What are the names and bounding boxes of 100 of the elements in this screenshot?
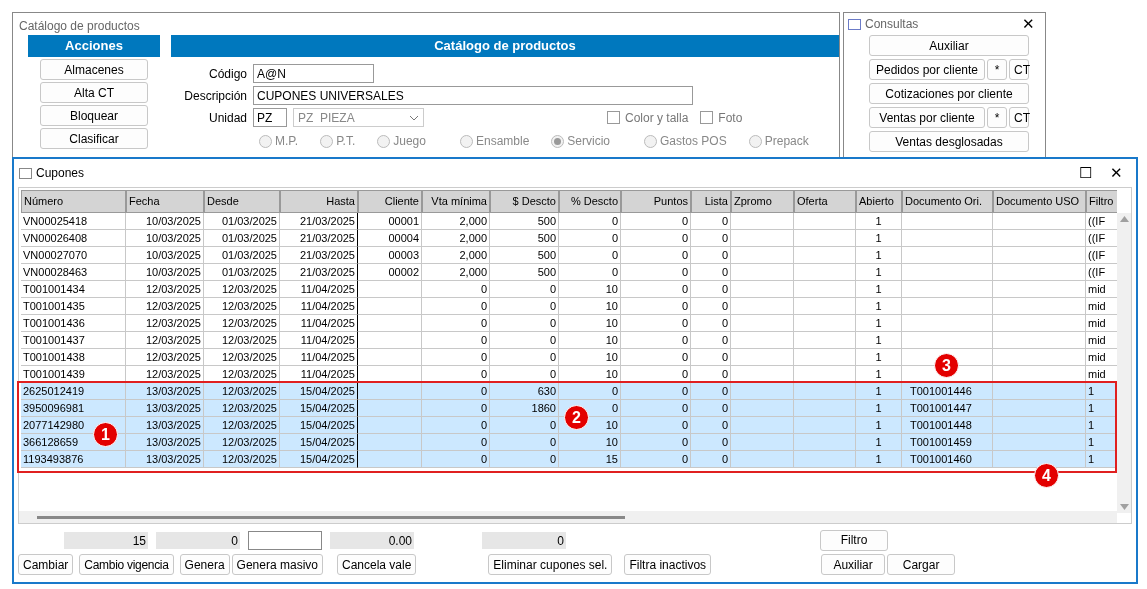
table-cell: 0	[549, 417, 556, 433]
action-button[interactable]: Cotizaciones por cliente	[869, 83, 1029, 104]
vertical-scrollbar[interactable]	[1117, 213, 1131, 513]
filter-button[interactable]: Filtro	[820, 529, 888, 551]
radio-option[interactable]: Juego	[377, 132, 426, 150]
action-button[interactable]: Cargar	[887, 554, 956, 575]
action-button[interactable]: Clasificar	[40, 128, 148, 149]
column-header[interactable]: Fecha	[126, 190, 204, 213]
action-button[interactable]: Ventas por cliente	[869, 107, 985, 128]
checkbox[interactable]: Color y talla	[607, 108, 689, 127]
action-button[interactable]: *	[987, 107, 1007, 128]
scroll-down-icon[interactable]	[1119, 504, 1129, 510]
table-row[interactable]: VN00027070 10/03/2025 01/03/2025 21/03/2025 00003 2,000 500 0 0 0 1 ((IF	[21, 247, 1117, 264]
table-cell: VN00025418	[23, 213, 88, 229]
column-header[interactable]: Oferta	[794, 190, 856, 213]
table-cell: 13/03/2025	[145, 400, 201, 416]
column-header[interactable]: Vta mínima	[422, 190, 490, 213]
table-row[interactable]: T001001435 12/03/2025 12/03/2025 11/04/2025 0 0 10 0 0 1 mid	[21, 298, 1117, 315]
action-button[interactable]: Auxiliar	[821, 554, 886, 575]
table-cell: T001001446	[910, 383, 972, 399]
action-button[interactable]: Pedidos por cliente	[869, 59, 985, 80]
action-button[interactable]: CT	[1009, 59, 1029, 80]
action-button[interactable]: Cancela vale	[337, 554, 417, 575]
action-button[interactable]: Cambiar	[18, 554, 74, 575]
table-cell: T001001437	[23, 332, 85, 348]
table-cell: 0	[721, 366, 728, 382]
table-cell: 11/04/2025	[300, 349, 355, 365]
radio-option[interactable]: Ensamble	[459, 132, 530, 150]
table-cell: 0	[721, 315, 728, 331]
action-button[interactable]: Filtra inactivos	[624, 554, 712, 575]
table-cell: 0	[681, 281, 688, 297]
table-cell: mid	[1088, 332, 1106, 348]
table-row[interactable]: 2625012419 13/03/2025 12/03/2025 15/04/2025 0 630 0 0 0 1 T001001446 1	[21, 383, 1117, 400]
radio-option[interactable]: Prepack	[748, 132, 809, 150]
column-header[interactable]: Documento USO	[993, 190, 1086, 213]
table-row[interactable]: VN00028463 10/03/2025 01/03/2025 21/03/2025 00002 2,000 500 0 0 0 1 ((IF	[21, 264, 1117, 281]
table-row[interactable]: VN00026408 10/03/2025 01/03/2025 21/03/2025 00004 2,000 500 0 0 0 1 ((IF	[21, 230, 1117, 247]
table-row[interactable]: T001001434 12/03/2025 12/03/2025 11/04/2025 0 0 10 0 0 1 mid	[21, 281, 1117, 298]
radio-option[interactable]: M.P.	[259, 132, 299, 150]
radio-option[interactable]: P.T.	[320, 132, 356, 150]
action-button[interactable]: *	[987, 59, 1007, 80]
table-cell: mid	[1088, 281, 1106, 297]
table-cell: 10/03/2025	[145, 247, 201, 263]
scroll-thumb[interactable]	[37, 515, 625, 519]
action-button[interactable]: Genera	[179, 554, 230, 575]
table-cell: 2,000	[459, 230, 487, 246]
checkbox[interactable]: Foto	[700, 108, 743, 127]
action-button[interactable]: Eliminar cupones sel.	[488, 554, 613, 575]
action-button[interactable]: Auxiliar	[869, 35, 1029, 56]
column-header[interactable]: Número	[21, 190, 126, 213]
table-cell: 1	[875, 247, 882, 263]
table-cell: 12/03/2025	[221, 366, 277, 382]
action-button[interactable]: Ventas desglosadas	[869, 131, 1029, 152]
horizontal-scrollbar[interactable]	[19, 511, 1117, 523]
close-button[interactable]: ✕	[1022, 12, 1035, 36]
column-header[interactable]: Filtro	[1086, 190, 1117, 213]
column-header[interactable]: Zpromo	[731, 190, 794, 213]
action-button[interactable]: Bloquear	[40, 105, 148, 126]
column-header[interactable]: Lista	[691, 190, 731, 213]
text-field[interactable]: PZ	[253, 108, 287, 127]
table-row[interactable]: VN00025418 10/03/2025 01/03/2025 21/03/2025 00001 2,000 500 0 0 0 1 ((IF	[21, 213, 1117, 230]
section-header: Catálogo de productos	[171, 35, 839, 57]
table-row[interactable]: 1193493876 13/03/2025 12/03/2025 15/04/2025 0 0 15 0 0 1 T001001460 1	[21, 451, 1117, 468]
column-header[interactable]: Desde	[204, 190, 280, 213]
table-cell: 21/03/2025	[299, 213, 355, 229]
maximize-button[interactable]: ☐	[1079, 161, 1092, 185]
action-button[interactable]: Cambio vigencia	[79, 554, 174, 575]
field-label: Código	[207, 65, 247, 83]
text-field[interactable]: A@N	[253, 64, 374, 83]
radio-option[interactable]: Gastos POS	[644, 132, 727, 150]
table-cell: 13/03/2025	[145, 417, 201, 433]
table-cell: 1	[1088, 451, 1095, 467]
unit-dropdown[interactable]: PZ PIEZA	[293, 108, 424, 127]
column-header[interactable]: Abierto	[856, 190, 902, 213]
column-header[interactable]: Puntos	[621, 190, 691, 213]
radio-option[interactable]: Servicio	[551, 132, 610, 150]
table-cell: 11/04/2025	[300, 298, 355, 314]
table-cell: 0	[480, 366, 487, 382]
table-cell: mid	[1088, 298, 1106, 314]
action-button[interactable]: Almacenes	[40, 59, 148, 80]
table-cell: T001001448	[910, 417, 972, 433]
column-header[interactable]: $ Descto	[490, 190, 559, 213]
table-cell: 13/03/2025	[145, 383, 201, 399]
action-button[interactable]: CT	[1009, 107, 1029, 128]
column-header[interactable]: Hasta	[280, 190, 358, 213]
table-row[interactable]: T001001437 12/03/2025 12/03/2025 11/04/2025 0 0 10 0 0 1 mid	[21, 332, 1117, 349]
text-field[interactable]: CUPONES UNIVERSALES	[253, 86, 693, 105]
input-field[interactable]	[248, 530, 322, 550]
table-cell: 1	[875, 230, 882, 246]
column-header[interactable]: % Descto	[559, 190, 621, 213]
table-cell: 21/03/2025	[299, 230, 355, 246]
close-button[interactable]: ✕	[1110, 161, 1123, 185]
table-cell: 0	[721, 451, 728, 467]
action-button[interactable]: Genera masivo	[231, 554, 323, 575]
column-header[interactable]: Cliente	[358, 190, 422, 213]
scroll-up-icon[interactable]	[1119, 216, 1129, 222]
action-button[interactable]: Alta CT	[40, 82, 148, 103]
table-row[interactable]: T001001436 12/03/2025 12/03/2025 11/04/2025 0 0 10 0 0 1 mid	[21, 315, 1117, 332]
column-header[interactable]: Documento Ori.	[902, 190, 993, 213]
table-cell: 01/03/2025	[221, 213, 277, 229]
